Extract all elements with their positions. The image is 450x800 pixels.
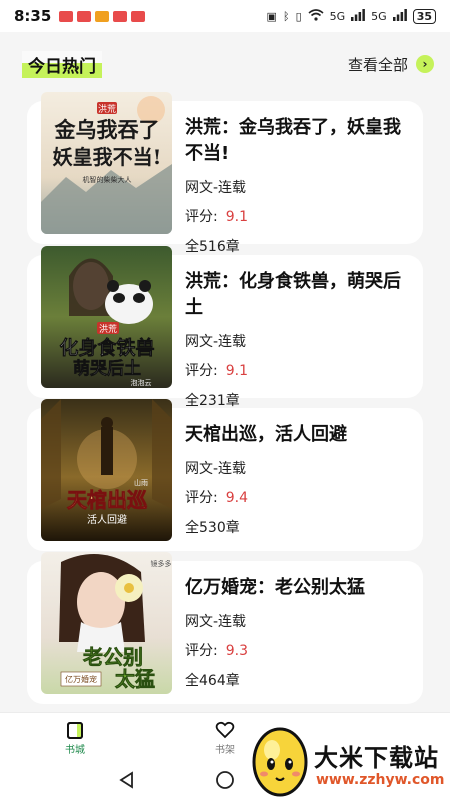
book-cover: 天棺出巡 活人回避 山雨 <box>41 399 172 541</box>
rating-value: 9.1 <box>225 209 248 225</box>
signal-label: 5G <box>329 9 346 23</box>
book-title: 洪荒：化身食铁兽，萌哭后土 <box>185 271 401 318</box>
book-card[interactable]: 洪荒 化身食铁兽 萌哭后土 泡泡云 洪荒：化身食铁兽，萌哭后土 网文-连载 评分… <box>27 246 423 409</box>
book-title: 天棺出巡，活人回避 <box>185 424 347 445</box>
book-cover: 洪荒 金乌我吞了 妖皇我不当! 机智的柴柴大人 <box>41 92 172 234</box>
cover-line-1: 化身食铁兽 <box>59 336 154 359</box>
book-rating: 评分: 9.4 <box>185 487 409 507</box>
watermark-logo <box>252 727 308 797</box>
rating-value: 9.1 <box>225 363 248 379</box>
book-category: 网文-连载 <box>185 461 247 477</box>
vibrate-icon: ▯ <box>295 9 302 23</box>
cover-line-2: 妖皇我不当! <box>53 145 162 169</box>
cover-line-2: 太猛 <box>115 667 155 691</box>
book-chapters: 全530章 <box>185 520 240 536</box>
status-time: 8:35 <box>14 7 52 25</box>
wifi-icon <box>308 8 324 24</box>
book-rating: 评分: 9.3 <box>185 640 409 660</box>
signal-icon <box>351 8 366 24</box>
chevron-right-icon: › <box>416 55 434 73</box>
rating-label: 评分: <box>185 643 218 659</box>
section-header: 今日热门 查看全部 › <box>22 50 434 78</box>
rating-label: 评分: <box>185 363 218 379</box>
nfc-icon: ▣ <box>266 9 277 23</box>
book-card[interactable]: 洪荒 金乌我吞了 妖皇我不当! 机智的柴柴大人 洪荒：金乌我吞了，妖皇我不当! … <box>27 92 423 255</box>
book-category: 网文-连载 <box>185 180 247 196</box>
bluetooth-icon: ᛒ <box>282 9 290 23</box>
back-icon[interactable] <box>117 770 137 794</box>
book-icon <box>45 719 105 741</box>
notification-icon <box>113 10 128 22</box>
book-rating: 评分: 9.1 <box>185 206 409 226</box>
cover-line-2: 萌哭后土 <box>73 358 141 379</box>
cover-tag: 洪荒 <box>98 103 116 115</box>
rating-label: 评分: <box>185 209 218 225</box>
cover-author: 山雨 <box>134 478 148 487</box>
book-category: 网文-连载 <box>185 334 247 350</box>
book-title: 洪荒：金乌我吞了，妖皇我不当! <box>185 117 401 164</box>
book-info: 洪荒：化身食铁兽，萌哭后土 网文-连载 评分: 9.1 全231章 <box>185 269 409 410</box>
nav-item-bookstore[interactable]: 书城 <box>45 719 105 756</box>
view-all-label: 查看全部 <box>347 55 408 74</box>
book-title: 亿万婚宠：老公别太猛 <box>185 577 365 598</box>
view-all-button[interactable]: 查看全部 › <box>348 54 434 75</box>
rating-label: 评分: <box>185 490 218 506</box>
cover-line-1: 天棺出巡 <box>67 488 147 512</box>
book-cover: 洪荒 化身食铁兽 萌哭后土 泡泡云 <box>41 246 172 388</box>
rating-value: 9.4 <box>225 490 248 506</box>
notification-icon <box>131 10 146 22</box>
cover-author: 泡泡云 <box>131 378 152 387</box>
cover-line-1: 金乌我吞了 <box>54 117 160 142</box>
book-category: 网文-连载 <box>185 614 247 630</box>
cover-tag: 洪荒 <box>99 323 117 335</box>
status-bar: 8:35 ▣ ᛒ ▯ 5G 5G 35 <box>0 0 450 32</box>
rating-value: 9.3 <box>225 643 248 659</box>
notification-icon <box>77 10 92 22</box>
book-info: 天棺出巡，活人回避 网文-连载 评分: 9.4 全530章 <box>185 422 409 537</box>
signal-label-2: 5G <box>371 9 387 23</box>
book-info: 亿万婚宠：老公别太猛 网文-连载 评分: 9.3 全464章 <box>185 575 409 690</box>
cover-tag: 亿万婚宠 <box>65 674 97 684</box>
notification-icons <box>59 10 146 22</box>
cover-author: 镜多多 <box>151 559 172 568</box>
home-icon[interactable] <box>215 770 235 794</box>
section-title: 今日热门 <box>22 50 102 78</box>
battery-indicator: 35 <box>412 8 436 24</box>
book-info: 洪荒：金乌我吞了，妖皇我不当! 网文-连载 评分: 9.1 全516章 <box>185 115 409 256</box>
notification-icon <box>59 10 74 22</box>
book-rating: 评分: 9.1 <box>185 360 409 380</box>
notification-icon <box>95 10 110 22</box>
book-card[interactable]: 镜多多 老公别 太猛 亿万婚宠 亿万婚宠：老公别太猛 网文-连载 评分: 9.3 … <box>27 552 423 704</box>
cover-line-2: 活人回避 <box>87 513 127 526</box>
status-indicators: ▣ ᛒ ▯ 5G 5G 35 <box>266 8 436 24</box>
book-cover: 镜多多 老公别 太猛 亿万婚宠 <box>41 552 172 694</box>
book-chapters: 全516章 <box>185 239 240 255</box>
watermark-title: 大米下载站 <box>314 744 439 772</box>
signal-icon-2 <box>392 8 407 24</box>
book-chapters: 全464章 <box>185 673 240 689</box>
cover-line-1: 老公别 <box>83 645 143 669</box>
watermark-url: www.zzhyw.com <box>316 772 445 788</box>
cover-author: 机智的柴柴大人 <box>83 175 132 184</box>
book-card[interactable]: 天棺出巡 活人回避 山雨 天棺出巡，活人回避 网文-连载 评分: 9.4 全530… <box>27 399 423 551</box>
watermark: 大米下载站 www.zzhyw.com <box>244 718 450 800</box>
book-chapters: 全231章 <box>185 393 240 409</box>
nav-label: 书城 <box>65 745 85 756</box>
